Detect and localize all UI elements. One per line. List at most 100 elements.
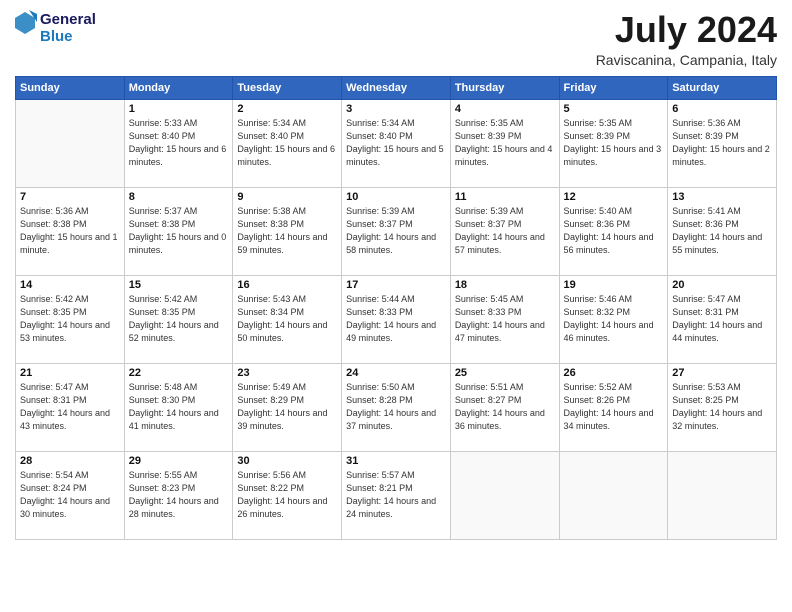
day-info: Sunrise: 5:54 AM Sunset: 8:24 PM Dayligh… <box>20 469 120 521</box>
day-cell: 16Sunrise: 5:43 AM Sunset: 8:34 PM Dayli… <box>233 275 342 363</box>
day-info: Sunrise: 5:35 AM Sunset: 8:39 PM Dayligh… <box>564 117 664 169</box>
day-info: Sunrise: 5:52 AM Sunset: 8:26 PM Dayligh… <box>564 381 664 433</box>
day-cell: 7 Sunrise: 5:36 AM Sunset: 8:38 PM Daylig… <box>16 187 125 275</box>
day-cell: 17Sunrise: 5:44 AM Sunset: 8:33 PM Dayli… <box>342 275 451 363</box>
week-row-3: 21Sunrise: 5:47 AM Sunset: 8:31 PM Dayli… <box>16 363 777 451</box>
day-number: 24 <box>346 367 446 379</box>
col-saturday: Saturday <box>668 76 777 99</box>
day-info: Sunrise: 5:57 AM Sunset: 8:21 PM Dayligh… <box>346 469 446 521</box>
day-number: 22 <box>129 367 229 379</box>
day-number: 14 <box>20 279 120 291</box>
week-row-1: 7 Sunrise: 5:36 AM Sunset: 8:38 PM Daylig… <box>16 187 777 275</box>
day-cell: 20Sunrise: 5:47 AM Sunset: 8:31 PM Dayli… <box>668 275 777 363</box>
logo: General Blue <box>15 10 96 46</box>
day-info: Sunrise: 5:48 AM Sunset: 8:30 PM Dayligh… <box>129 381 229 433</box>
day-number: 30 <box>237 455 337 467</box>
day-number: 12 <box>564 191 664 203</box>
day-info: Sunrise: 5:51 AM Sunset: 8:27 PM Dayligh… <box>455 381 555 433</box>
day-cell: 9 Sunrise: 5:38 AM Sunset: 8:38 PM Daylig… <box>233 187 342 275</box>
day-number: 6 <box>672 103 772 115</box>
week-row-2: 14 Sunrise: 5:42 AM Sunset: 8:35 PM Dayli… <box>16 275 777 363</box>
day-number: 15 <box>129 279 229 291</box>
week-row-4: 28 Sunrise: 5:54 AM Sunset: 8:24 PM Dayli… <box>16 451 777 539</box>
day-number: 21 <box>20 367 120 379</box>
title-block: July 2024 Raviscanina, Campania, Italy <box>596 10 777 68</box>
day-cell: 5Sunrise: 5:35 AM Sunset: 8:39 PM Daylig… <box>559 99 668 187</box>
day-info: Sunrise: 5:39 AM Sunset: 8:37 PM Dayligh… <box>346 205 446 257</box>
day-cell: 25 Sunrise: 5:51 AM Sunset: 8:27 PM Dayli… <box>450 363 559 451</box>
day-number: 27 <box>672 367 772 379</box>
day-info: Sunrise: 5:55 AM Sunset: 8:23 PM Dayligh… <box>129 469 229 521</box>
day-cell: 11 Sunrise: 5:39 AM Sunset: 8:37 PM Dayli… <box>450 187 559 275</box>
day-info: Sunrise: 5:36 AM Sunset: 8:38 PM Dayligh… <box>20 205 120 257</box>
day-info: Sunrise: 5:38 AM Sunset: 8:38 PM Dayligh… <box>237 205 337 257</box>
logo-general: General <box>40 11 96 28</box>
day-info: Sunrise: 5:42 AM Sunset: 8:35 PM Dayligh… <box>20 293 120 345</box>
day-info: Sunrise: 5:39 AM Sunset: 8:37 PM Dayligh… <box>455 205 555 257</box>
day-info: Sunrise: 5:34 AM Sunset: 8:40 PM Dayligh… <box>237 117 337 169</box>
day-cell <box>16 99 125 187</box>
day-number: 10 <box>346 191 446 203</box>
day-cell: 15 Sunrise: 5:42 AM Sunset: 8:35 PM Dayli… <box>124 275 233 363</box>
day-number: 26 <box>564 367 664 379</box>
day-cell: 1 Sunrise: 5:33 AM Sunset: 8:40 PM Daylig… <box>124 99 233 187</box>
day-cell: 14 Sunrise: 5:42 AM Sunset: 8:35 PM Dayli… <box>16 275 125 363</box>
day-cell: 19Sunrise: 5:46 AM Sunset: 8:32 PM Dayli… <box>559 275 668 363</box>
day-number: 18 <box>455 279 555 291</box>
col-wednesday: Wednesday <box>342 76 451 99</box>
day-info: Sunrise: 5:53 AM Sunset: 8:25 PM Dayligh… <box>672 381 772 433</box>
day-cell: 23 Sunrise: 5:49 AM Sunset: 8:29 PM Dayli… <box>233 363 342 451</box>
day-info: Sunrise: 5:40 AM Sunset: 8:36 PM Dayligh… <box>564 205 664 257</box>
day-info: Sunrise: 5:36 AM Sunset: 8:39 PM Dayligh… <box>672 117 772 169</box>
day-info: Sunrise: 5:35 AM Sunset: 8:39 PM Dayligh… <box>455 117 555 169</box>
day-cell: 12 Sunrise: 5:40 AM Sunset: 8:36 PM Dayli… <box>559 187 668 275</box>
day-cell <box>450 451 559 539</box>
day-number: 25 <box>455 367 555 379</box>
logo-blue: Blue <box>40 28 96 45</box>
day-cell: 18 Sunrise: 5:45 AM Sunset: 8:33 PM Dayli… <box>450 275 559 363</box>
day-number: 4 <box>455 103 555 115</box>
day-info: Sunrise: 5:50 AM Sunset: 8:28 PM Dayligh… <box>346 381 446 433</box>
calendar-table: Sunday Monday Tuesday Wednesday Thursday… <box>15 76 777 540</box>
day-info: Sunrise: 5:42 AM Sunset: 8:35 PM Dayligh… <box>129 293 229 345</box>
logo-icon <box>15 10 37 46</box>
header-row: Sunday Monday Tuesday Wednesday Thursday… <box>16 76 777 99</box>
day-number: 1 <box>129 103 229 115</box>
day-cell: 13Sunrise: 5:41 AM Sunset: 8:36 PM Dayli… <box>668 187 777 275</box>
day-info: Sunrise: 5:44 AM Sunset: 8:33 PM Dayligh… <box>346 293 446 345</box>
day-cell: 31 Sunrise: 5:57 AM Sunset: 8:21 PM Dayli… <box>342 451 451 539</box>
day-cell: 8Sunrise: 5:37 AM Sunset: 8:38 PM Daylig… <box>124 187 233 275</box>
day-cell: 29 Sunrise: 5:55 AM Sunset: 8:23 PM Dayli… <box>124 451 233 539</box>
day-cell: 21Sunrise: 5:47 AM Sunset: 8:31 PM Dayli… <box>16 363 125 451</box>
day-number: 28 <box>20 455 120 467</box>
col-friday: Friday <box>559 76 668 99</box>
day-cell: 28 Sunrise: 5:54 AM Sunset: 8:24 PM Dayli… <box>16 451 125 539</box>
day-info: Sunrise: 5:49 AM Sunset: 8:29 PM Dayligh… <box>237 381 337 433</box>
location-title: Raviscanina, Campania, Italy <box>596 52 777 68</box>
day-number: 9 <box>237 191 337 203</box>
day-cell: 22 Sunrise: 5:48 AM Sunset: 8:30 PM Dayli… <box>124 363 233 451</box>
col-monday: Monday <box>124 76 233 99</box>
day-number: 3 <box>346 103 446 115</box>
day-number: 7 <box>20 191 120 203</box>
day-info: Sunrise: 5:33 AM Sunset: 8:40 PM Dayligh… <box>129 117 229 169</box>
month-title: July 2024 <box>596 10 777 50</box>
day-info: Sunrise: 5:46 AM Sunset: 8:32 PM Dayligh… <box>564 293 664 345</box>
day-number: 11 <box>455 191 555 203</box>
col-thursday: Thursday <box>450 76 559 99</box>
day-number: 23 <box>237 367 337 379</box>
day-cell: 10 Sunrise: 5:39 AM Sunset: 8:37 PM Dayli… <box>342 187 451 275</box>
day-cell: 6 Sunrise: 5:36 AM Sunset: 8:39 PM Daylig… <box>668 99 777 187</box>
day-info: Sunrise: 5:47 AM Sunset: 8:31 PM Dayligh… <box>672 293 772 345</box>
day-info: Sunrise: 5:45 AM Sunset: 8:33 PM Dayligh… <box>455 293 555 345</box>
day-number: 29 <box>129 455 229 467</box>
day-number: 8 <box>129 191 229 203</box>
day-number: 13 <box>672 191 772 203</box>
day-cell: 27 Sunrise: 5:53 AM Sunset: 8:25 PM Dayli… <box>668 363 777 451</box>
day-cell: 2Sunrise: 5:34 AM Sunset: 8:40 PM Daylig… <box>233 99 342 187</box>
day-info: Sunrise: 5:56 AM Sunset: 8:22 PM Dayligh… <box>237 469 337 521</box>
week-row-0: 1 Sunrise: 5:33 AM Sunset: 8:40 PM Daylig… <box>16 99 777 187</box>
day-number: 31 <box>346 455 446 467</box>
day-cell: 24 Sunrise: 5:50 AM Sunset: 8:28 PM Dayli… <box>342 363 451 451</box>
day-cell: 26 Sunrise: 5:52 AM Sunset: 8:26 PM Dayli… <box>559 363 668 451</box>
